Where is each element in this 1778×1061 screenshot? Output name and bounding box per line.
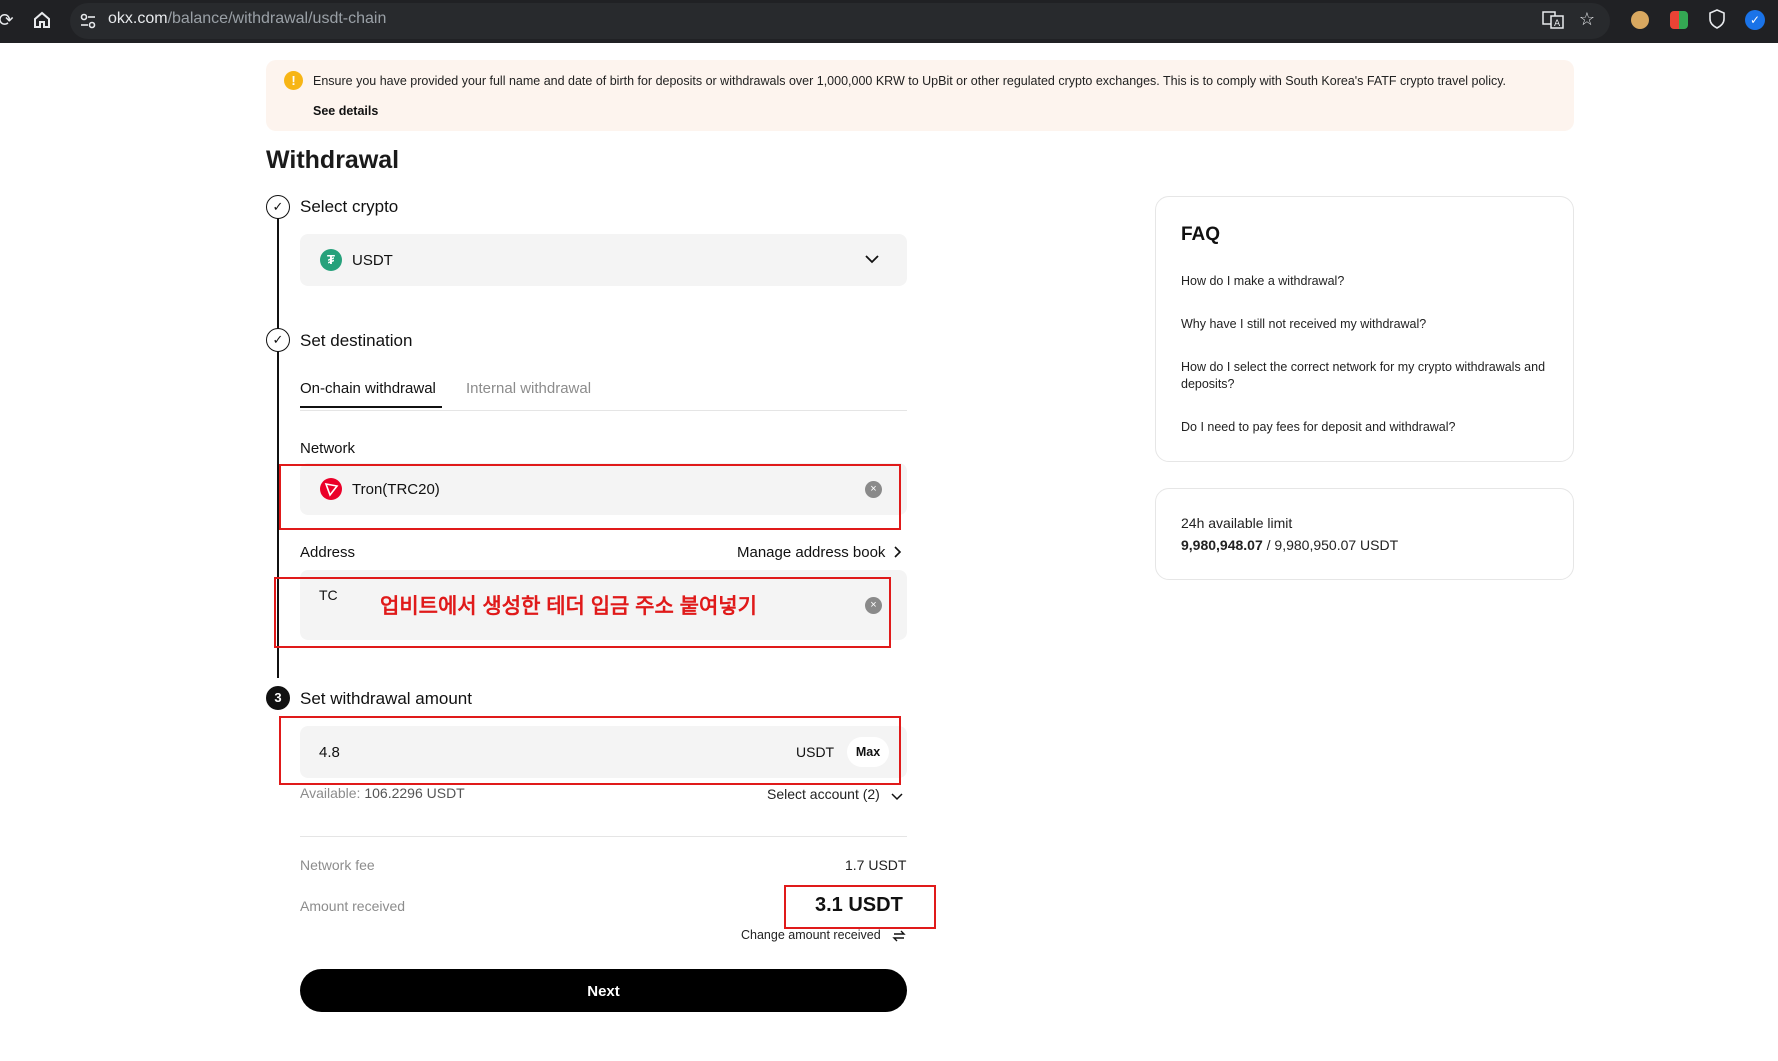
faq-title: FAQ xyxy=(1181,224,1221,245)
home-icon[interactable] xyxy=(32,10,52,30)
chevron-down-icon[interactable] xyxy=(891,789,903,801)
chevron-right-icon[interactable] xyxy=(893,545,903,559)
limit-label: 24h available limit xyxy=(1181,515,1293,531)
tab-internal-withdrawal[interactable]: Internal withdrawal xyxy=(466,380,591,397)
verified-check-icon[interactable]: ✓ xyxy=(1745,10,1765,30)
tabs-divider xyxy=(300,410,907,411)
faq-item[interactable]: How do I select the correct network for … xyxy=(1181,359,1551,393)
chevron-down-icon[interactable] xyxy=(864,252,880,266)
next-button[interactable]: Next xyxy=(300,969,907,1012)
limit-values: 9,980,948.07 / 9,980,950.07 USDT xyxy=(1181,537,1398,553)
annotation-box-received xyxy=(784,885,936,929)
bookmark-star-icon[interactable]: ☆ xyxy=(1576,9,1598,29)
svg-text:A: A xyxy=(1554,19,1561,29)
url-path: /balance/withdrawal/usdt-chain xyxy=(167,10,387,27)
change-amount-received-link[interactable]: Change amount received xyxy=(741,928,881,942)
network-fee-value: 1.7 USDT xyxy=(845,857,907,873)
tab-active-underline xyxy=(300,406,442,408)
available-balance: Available: 106.2296 USDT xyxy=(300,785,465,801)
address-label: Address xyxy=(300,544,356,561)
step-check-icon: ✓ xyxy=(266,328,290,352)
limit-available: 9,980,948.07 xyxy=(1181,537,1263,553)
extension-icon[interactable] xyxy=(1631,11,1649,29)
page-title: Withdrawal xyxy=(266,146,400,174)
step-number-badge: 3 xyxy=(266,686,290,710)
extension-icon[interactable] xyxy=(1670,11,1688,29)
warning-icon: ! xyxy=(284,71,303,90)
summary-divider xyxy=(300,836,907,837)
available-label: Available: xyxy=(300,785,361,801)
faq-item[interactable]: How do I make a withdrawal? xyxy=(1181,273,1551,290)
annotation-box-network xyxy=(279,464,901,530)
site-settings-icon[interactable] xyxy=(78,11,98,31)
swap-icon[interactable] xyxy=(892,929,906,943)
url-text: okx.com/balance/withdrawal/usdt-chain xyxy=(108,10,386,28)
step-check-icon: ✓ xyxy=(266,195,290,219)
notice-banner xyxy=(266,60,1574,131)
annotation-paste-address: 업비트에서 생성한 테더 입금 주소 붙여넣기 xyxy=(380,595,757,618)
tab-onchain-withdrawal[interactable]: On-chain withdrawal xyxy=(300,380,436,397)
limit-card xyxy=(1155,488,1574,580)
usdt-coin-icon: ₮ xyxy=(320,249,342,271)
faq-item[interactable]: Do I need to pay fees for deposit and wi… xyxy=(1181,419,1551,436)
notice-text: Ensure you have provided your full name … xyxy=(313,74,1507,88)
shield-icon[interactable] xyxy=(1708,9,1726,29)
url-domain: okx.com xyxy=(108,10,168,27)
step-title-set-amount: Set withdrawal amount xyxy=(300,689,472,708)
network-fee-label: Network fee xyxy=(300,857,375,873)
step-title-set-destination: Set destination xyxy=(300,331,413,350)
step-title-select-crypto: Select crypto xyxy=(300,197,399,216)
amount-received-label: Amount received xyxy=(300,898,406,914)
reload-icon[interactable]: ⟳ xyxy=(0,10,16,30)
select-account-dropdown[interactable]: Select account (2) xyxy=(767,786,880,802)
faq-item[interactable]: Why have I still not received my withdra… xyxy=(1181,316,1551,333)
manage-address-book-link[interactable]: Manage address book xyxy=(737,544,885,561)
see-details-link[interactable]: See details xyxy=(313,104,378,118)
limit-separator: / xyxy=(1266,537,1271,553)
limit-total: 9,980,950.07 USDT xyxy=(1274,537,1399,553)
translate-icon[interactable]: A xyxy=(1542,10,1564,30)
network-label: Network xyxy=(300,440,356,457)
annotation-box-amount xyxy=(279,716,901,785)
available-value: 106.2296 USDT xyxy=(364,785,465,801)
selected-crypto: USDT xyxy=(352,252,393,269)
